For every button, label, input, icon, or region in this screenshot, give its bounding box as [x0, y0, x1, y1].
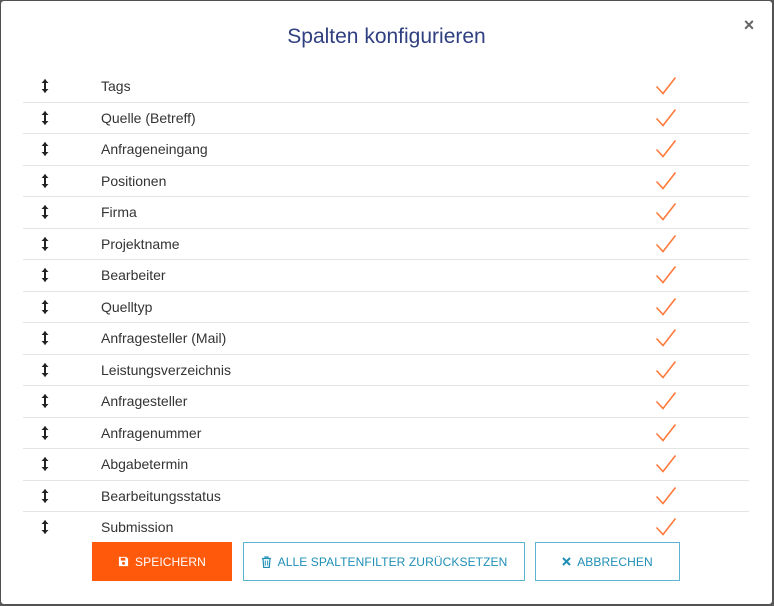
column-row: Positionen — [23, 166, 749, 197]
reset-filters-button[interactable]: ALLE SPALTENFILTER ZURÜCKSETZEN — [243, 542, 525, 581]
vertical-arrows-icon[interactable] — [39, 141, 51, 157]
column-label: Anfrageneingang — [101, 141, 208, 157]
column-label: Tags — [101, 78, 131, 94]
column-row: Firma — [23, 197, 749, 229]
column-row: Anfragesteller (Mail) — [23, 323, 749, 355]
checkmark-icon[interactable] — [655, 202, 677, 222]
x-icon — [562, 557, 571, 566]
column-row: Leistungsverzeichnis — [23, 355, 749, 386]
column-row: Projektname — [23, 229, 749, 260]
column-label: Quelltyp — [101, 298, 153, 315]
column-label: Positionen — [101, 172, 167, 189]
column-label: Bearbeitungsstatus — [101, 487, 221, 504]
checkmark-icon[interactable] — [655, 328, 677, 348]
trash-icon — [261, 555, 271, 568]
checkmark-icon[interactable] — [655, 360, 677, 380]
save-button-label: SPEICHERN — [135, 554, 206, 569]
checkmark-icon[interactable] — [655, 139, 677, 159]
vertical-arrows-icon[interactable] — [39, 267, 51, 283]
column-config-dialog: Spalten konfigurieren × Tags Quelle (Betr… — [1, 1, 772, 604]
vertical-arrows-icon[interactable] — [39, 110, 51, 126]
checkmark-icon[interactable] — [655, 454, 677, 474]
column-row: Bearbeitungsstatus — [23, 481, 749, 512]
column-label: Projektname — [101, 235, 180, 252]
column-label: Abgabetermin — [101, 456, 189, 472]
checkmark-icon[interactable] — [655, 486, 677, 506]
column-label: Bearbeiter — [101, 267, 166, 283]
vertical-arrows-icon[interactable] — [39, 173, 51, 189]
vertical-arrows-icon[interactable] — [39, 519, 51, 535]
checkmark-icon[interactable] — [655, 423, 677, 443]
column-row: Anfrageneingang — [23, 134, 749, 166]
column-row: Anfragenummer — [23, 418, 749, 449]
column-row: Quelltyp — [23, 292, 749, 323]
column-label: Anfragesteller (Mail) — [101, 330, 227, 346]
column-list: Tags Quelle (Betreff) Anfrageneingang Posit… — [23, 71, 749, 543]
save-button[interactable]: SPEICHERN — [92, 542, 232, 581]
checkmark-icon[interactable] — [655, 297, 677, 317]
vertical-arrows-icon[interactable] — [39, 362, 51, 378]
vertical-arrows-icon[interactable] — [39, 330, 51, 346]
column-label: Firma — [101, 204, 137, 220]
dialog-title: Spalten konfigurieren — [287, 25, 486, 48]
vertical-arrows-icon[interactable] — [39, 78, 51, 94]
column-row: Submission — [23, 512, 749, 543]
close-icon[interactable]: × — [742, 16, 756, 34]
vertical-arrows-icon[interactable] — [39, 204, 51, 220]
checkmark-icon[interactable] — [655, 108, 677, 128]
checkmark-icon[interactable] — [655, 517, 677, 537]
column-label: Leistungsverzeichnis — [101, 361, 231, 378]
column-label: Quelle (Betreff) — [101, 109, 196, 126]
floppy-disk-icon — [118, 556, 129, 567]
cancel-button-label: ABBRECHEN — [577, 554, 653, 569]
vertical-arrows-icon[interactable] — [39, 425, 51, 441]
column-row: Quelle (Betreff) — [23, 103, 749, 134]
vertical-arrows-icon[interactable] — [39, 393, 51, 409]
checkmark-icon[interactable] — [655, 76, 677, 96]
column-label: Anfragenummer — [101, 424, 202, 441]
column-row: Tags — [23, 71, 749, 103]
column-label: Anfragesteller — [101, 393, 188, 409]
vertical-arrows-icon[interactable] — [39, 299, 51, 315]
vertical-arrows-icon[interactable] — [39, 456, 51, 472]
column-label: Submission — [101, 519, 174, 535]
column-row: Abgabetermin — [23, 449, 749, 481]
column-row: Anfragesteller — [23, 386, 749, 418]
checkmark-icon[interactable] — [655, 234, 677, 254]
cancel-button[interactable]: ABBRECHEN — [535, 542, 680, 581]
checkmark-icon[interactable] — [655, 171, 677, 191]
vertical-arrows-icon[interactable] — [39, 488, 51, 504]
reset-filters-label: ALLE SPALTENFILTER ZURÜCKSETZEN — [277, 554, 508, 569]
column-row: Bearbeiter — [23, 260, 749, 292]
checkmark-icon[interactable] — [655, 391, 677, 411]
vertical-arrows-icon[interactable] — [39, 236, 51, 252]
checkmark-icon[interactable] — [655, 265, 677, 285]
